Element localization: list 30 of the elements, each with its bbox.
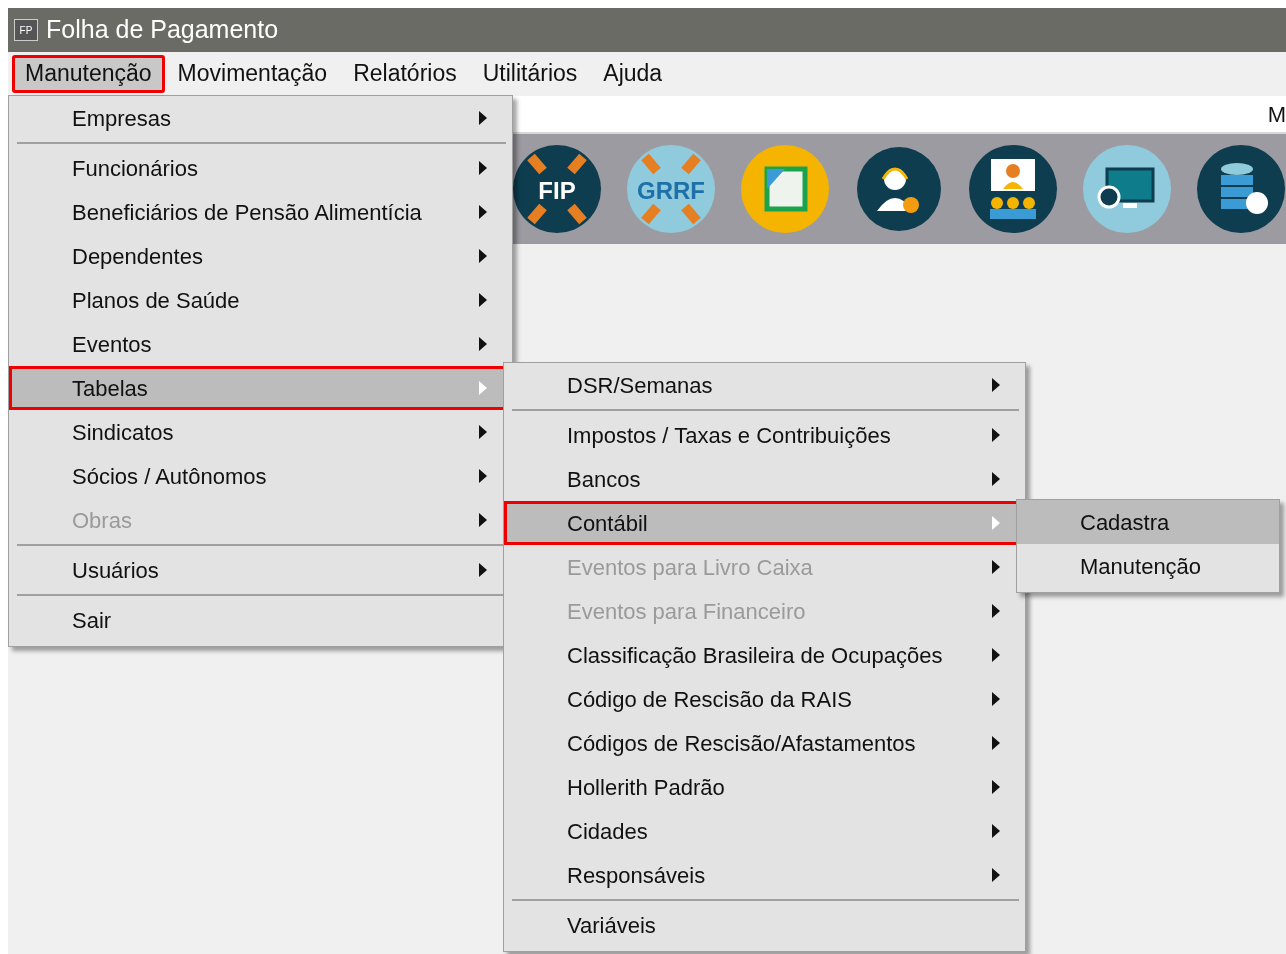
monitor-icon[interactable]: [1083, 145, 1171, 233]
menu-item[interactable]: Responsáveis: [504, 853, 1025, 897]
menu-item[interactable]: Beneficiários de Pensão Alimentícia: [9, 190, 512, 234]
app-icon: FP: [14, 19, 38, 41]
menu-item[interactable]: Planos de Saúde: [9, 278, 512, 322]
menu-item[interactable]: Código de Rescisão da RAIS: [504, 677, 1025, 721]
icon-label: FIP: [537, 176, 577, 206]
menu-item[interactable]: Manutenção: [12, 55, 165, 93]
menu-item[interactable]: Variáveis: [504, 903, 1025, 947]
menu-item[interactable]: Cadastra: [1017, 500, 1279, 544]
document-icon[interactable]: [741, 145, 829, 233]
menu-item[interactable]: Dependentes: [9, 234, 512, 278]
menu-item[interactable]: Eventos: [9, 322, 512, 366]
window-title: Folha de Pagamento: [46, 14, 279, 46]
menu-item[interactable]: Códigos de Rescisão/Afastamentos: [504, 721, 1025, 765]
meeting-icon[interactable]: [969, 145, 1057, 233]
headset-person-icon[interactable]: [855, 145, 943, 233]
database-icon[interactable]: [1197, 145, 1285, 233]
icon-label: GRRF: [636, 176, 706, 206]
info-text: M: [1267, 100, 1286, 129]
menu-item[interactable]: Empresas: [9, 96, 512, 140]
badge-icon[interactable]: [513, 145, 601, 233]
menu-item[interactable]: Ajuda: [590, 55, 676, 93]
menu-item[interactable]: Cidades: [504, 809, 1025, 853]
menu-item[interactable]: Classificação Brasileira de Ocupações: [504, 633, 1025, 677]
menu-item[interactable]: Relatórios: [340, 55, 470, 93]
menu-item[interactable]: Funcionários: [9, 146, 512, 190]
menu-item[interactable]: Hollerith Padrão: [504, 765, 1025, 809]
menu-item[interactable]: Utilitários: [469, 55, 591, 93]
menu-item[interactable]: Movimentação: [164, 55, 341, 93]
